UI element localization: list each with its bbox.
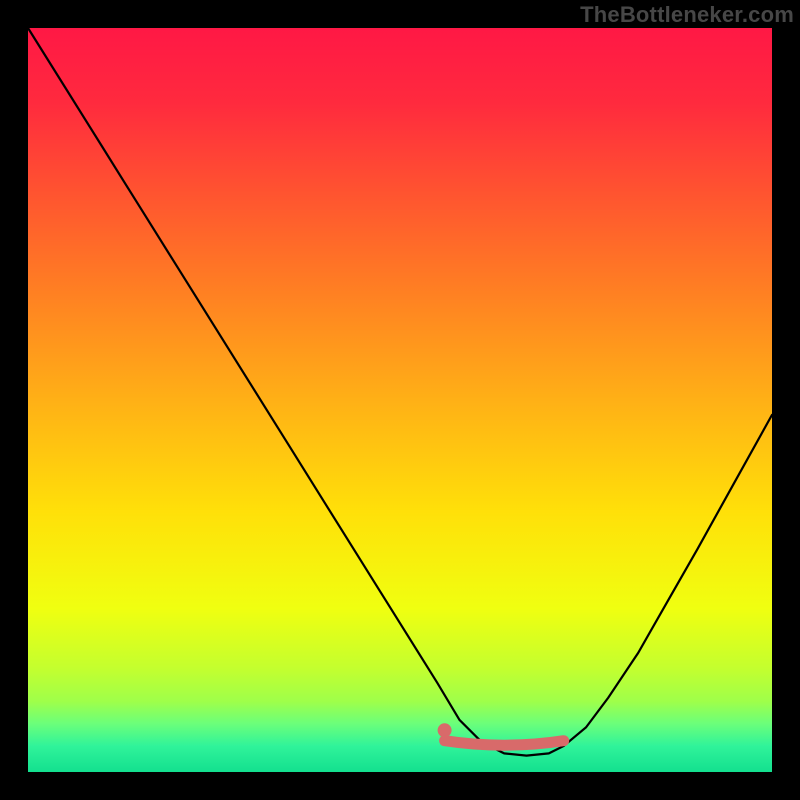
plot-background [28, 28, 772, 772]
watermark-text: TheBottleneker.com [580, 2, 794, 28]
chart-root: TheBottleneker.com [0, 0, 800, 800]
optimal-segment [445, 741, 564, 746]
bottleneck-chart [0, 0, 800, 800]
optimal-marker [438, 723, 452, 737]
